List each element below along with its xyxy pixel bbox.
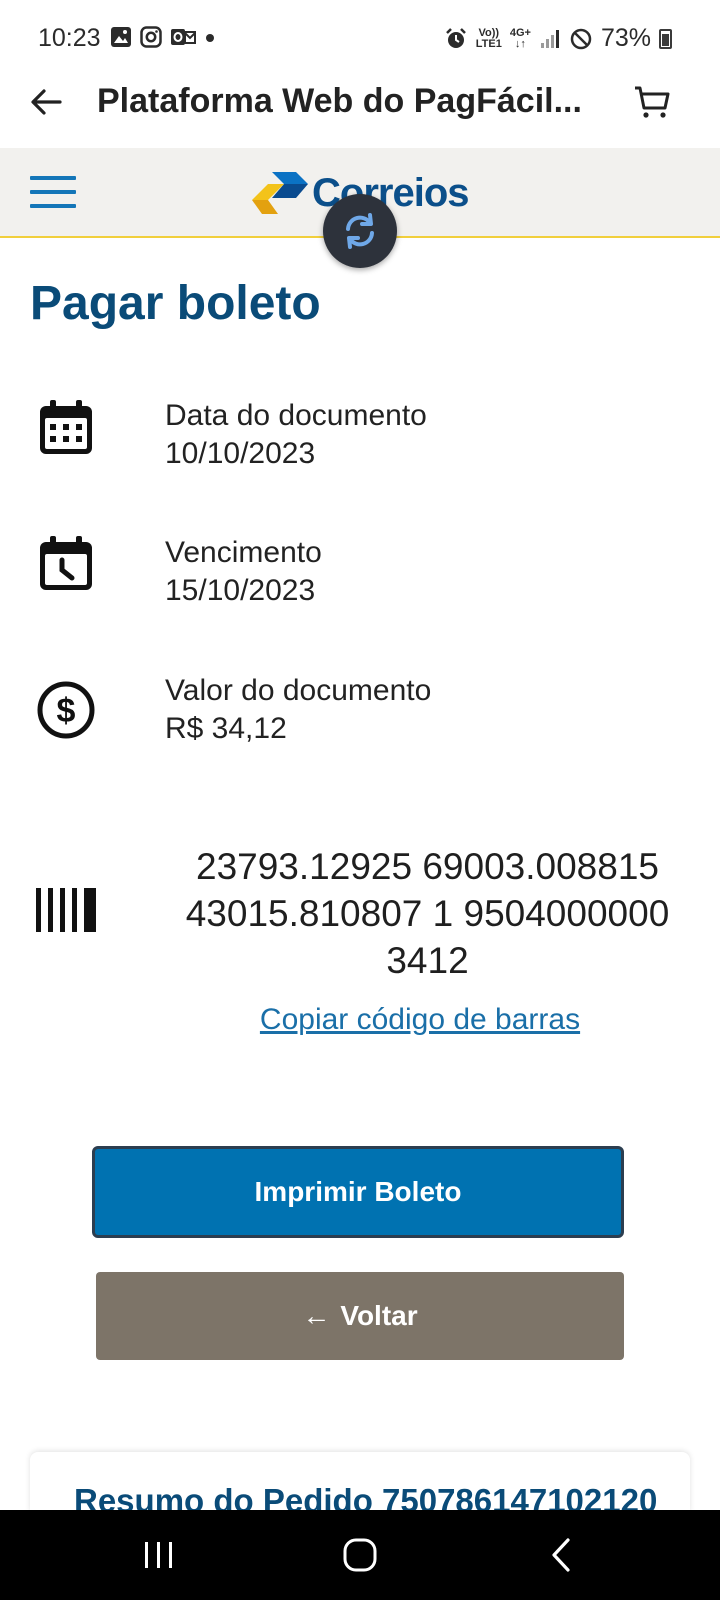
barcode-line-2: 43015.810807 1 9504000000	[185, 893, 670, 934]
due-date-label: Vencimento	[165, 536, 322, 569]
barcode-line-3: 3412	[386, 940, 469, 981]
back-button-arrow-icon: ←	[302, 1300, 331, 1331]
calendar-icon	[40, 400, 92, 454]
menu-icon[interactable]	[30, 176, 76, 208]
dollar-circle-icon: $	[37, 681, 95, 739]
data-indicator: 4G+ ↓↑	[509, 26, 531, 50]
refresh-button[interactable]	[323, 194, 397, 268]
due-date-value: 15/10/2023	[165, 574, 316, 607]
back-button[interactable]: ← Voltar	[96, 1272, 624, 1360]
document-date-value: 10/10/2023	[165, 437, 316, 470]
back-button-label: Voltar	[340, 1300, 418, 1331]
barcode-number: 23793.12925 69003.008815 43015.810807 1 …	[160, 843, 695, 984]
battery-icon	[659, 28, 672, 49]
outlook-notification-icon	[171, 29, 196, 45]
home-icon[interactable]	[337, 1532, 383, 1578]
amount-label: Valor do documento	[165, 674, 432, 707]
amount-value: R$ 34,12	[165, 712, 287, 745]
print-boleto-button[interactable]: Imprimir Boleto	[92, 1146, 624, 1238]
app-bar: Plataforma Web do PagFácil...	[0, 76, 720, 148]
order-summary-card: Resumo do Pedido 750786147102120	[30, 1452, 690, 1519]
back-arrow-icon[interactable]	[26, 82, 66, 122]
page-title: Pagar boleto	[30, 277, 321, 330]
system-nav-bar	[0, 1510, 720, 1600]
status-bar: 10:23 Vo)) LTE1 4G+ ↓↑ 73%	[0, 0, 720, 76]
gallery-notification-icon	[111, 27, 131, 47]
status-right: Vo)) LTE1 4G+ ↓↑ 73%	[444, 24, 672, 53]
notification-icons	[110, 26, 216, 48]
correios-logo-mark-icon	[252, 172, 308, 214]
signal-icon	[540, 29, 559, 48]
instagram-notification-icon	[140, 26, 162, 48]
document-date-label: Data do documento	[165, 399, 427, 432]
battery-percent: 73%	[600, 24, 651, 52]
do-not-disturb-icon	[570, 28, 592, 49]
recent-apps-icon[interactable]	[136, 1532, 182, 1578]
svg-text:$: $	[57, 692, 76, 730]
status-time: 10:23	[38, 24, 101, 52]
app-title: Plataforma Web do PagFácil...	[97, 82, 582, 120]
barcode-line-1: 23793.12925 69003.008815	[196, 846, 659, 887]
barcode-icon	[36, 888, 96, 932]
volte-indicator: Vo)) LTE1	[475, 26, 502, 50]
more-notifications-dot-icon	[206, 34, 214, 42]
refresh-icon	[346, 213, 374, 249]
calendar-clock-icon	[40, 536, 92, 590]
system-back-icon[interactable]	[540, 1532, 586, 1578]
copy-barcode-link[interactable]: Copiar código de barras	[160, 1003, 680, 1037]
cart-icon[interactable]	[632, 82, 672, 122]
alarm-icon	[445, 27, 466, 48]
